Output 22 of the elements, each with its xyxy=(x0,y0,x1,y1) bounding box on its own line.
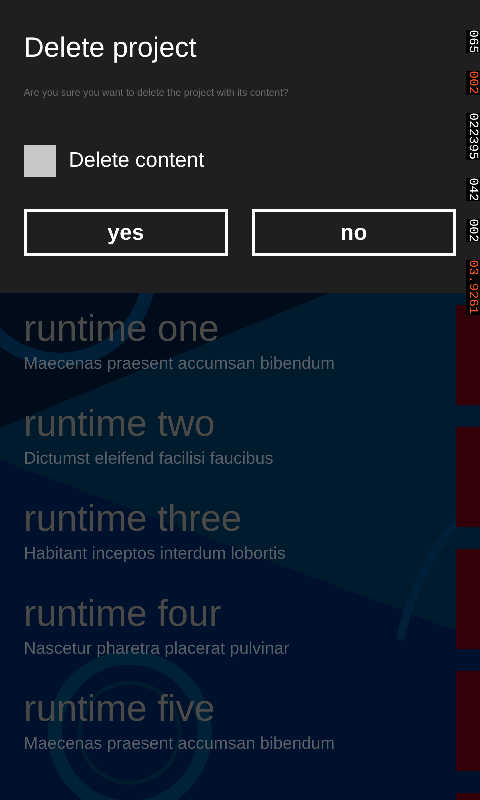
item-title[interactable]: runtime five xyxy=(24,685,216,733)
item-subtitle: Nascetur pharetra placerat pulvinar xyxy=(24,638,290,660)
checkbox[interactable] xyxy=(24,145,56,177)
item-title[interactable]: runtime one xyxy=(24,305,220,353)
frame-counter: 03.9261 xyxy=(466,260,480,316)
dialog-button[interactable]: yes xyxy=(24,209,228,256)
item-title[interactable]: runtime two xyxy=(24,400,216,448)
item-subtitle: Maecenas praesent accumsan bibendum xyxy=(24,353,335,375)
item-title[interactable]: runtime four xyxy=(24,590,222,638)
frame-counter: 065 xyxy=(466,30,480,54)
dialog-message: Are you sure you want to delete the project with its content? xyxy=(24,88,289,100)
item-title[interactable]: runtime three xyxy=(24,495,242,543)
item-subtitle: Dictumst eleifend facilisi faucibus xyxy=(24,448,274,470)
frame-counter: 022395 xyxy=(466,112,480,160)
item-subtitle: Maecenas praesent accumsan bibendum xyxy=(24,733,335,755)
frame-counter: 042 xyxy=(466,178,480,202)
dialog-title: Delete project xyxy=(24,31,197,65)
frame-counter: 002 xyxy=(466,219,480,242)
frame-counter: 002 xyxy=(466,71,480,95)
checkbox-label: Delete content xyxy=(69,148,204,174)
item-subtitle: Habitant inceptos interdum lobortis xyxy=(24,543,286,565)
dialog-button[interactable]: no xyxy=(252,209,456,256)
